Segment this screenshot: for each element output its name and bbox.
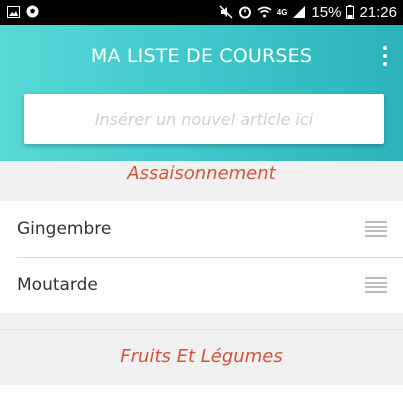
list-area [0,385,403,403]
list-item[interactable]: Gingembre [0,201,403,257]
image-icon [7,5,20,20]
list-item[interactable]: Moutarde [0,257,403,313]
app-header: MA LISTE DE COURSES [0,25,403,161]
page-title: MA LISTE DE COURSES [90,45,313,67]
signal-icon [292,5,306,21]
alarm-icon [238,5,252,21]
overflow-menu-icon[interactable] [381,46,389,66]
new-item-input[interactable] [24,94,384,144]
battery-percent: 15% [311,4,342,21]
category-header-fruits-legumes[interactable]: Fruits Et Légumes [0,329,403,385]
wifi-icon [257,6,272,20]
drag-handle-icon[interactable] [365,221,387,237]
status-bar: 4G 15% 21:26 [0,0,403,25]
battery-icon [346,4,355,21]
network-4g-icon: 4G [276,7,288,17]
drag-handle-icon[interactable] [365,277,387,293]
mute-icon [219,4,233,21]
clock: 21:26 [359,4,397,21]
item-label: Moutarde [17,275,98,295]
soccer-ball-icon [26,5,39,20]
category-header-assaisonnement[interactable]: Assaisonnement [0,161,403,201]
items-list: Gingembre Moutarde [0,201,403,313]
item-label: Gingembre [17,219,112,239]
